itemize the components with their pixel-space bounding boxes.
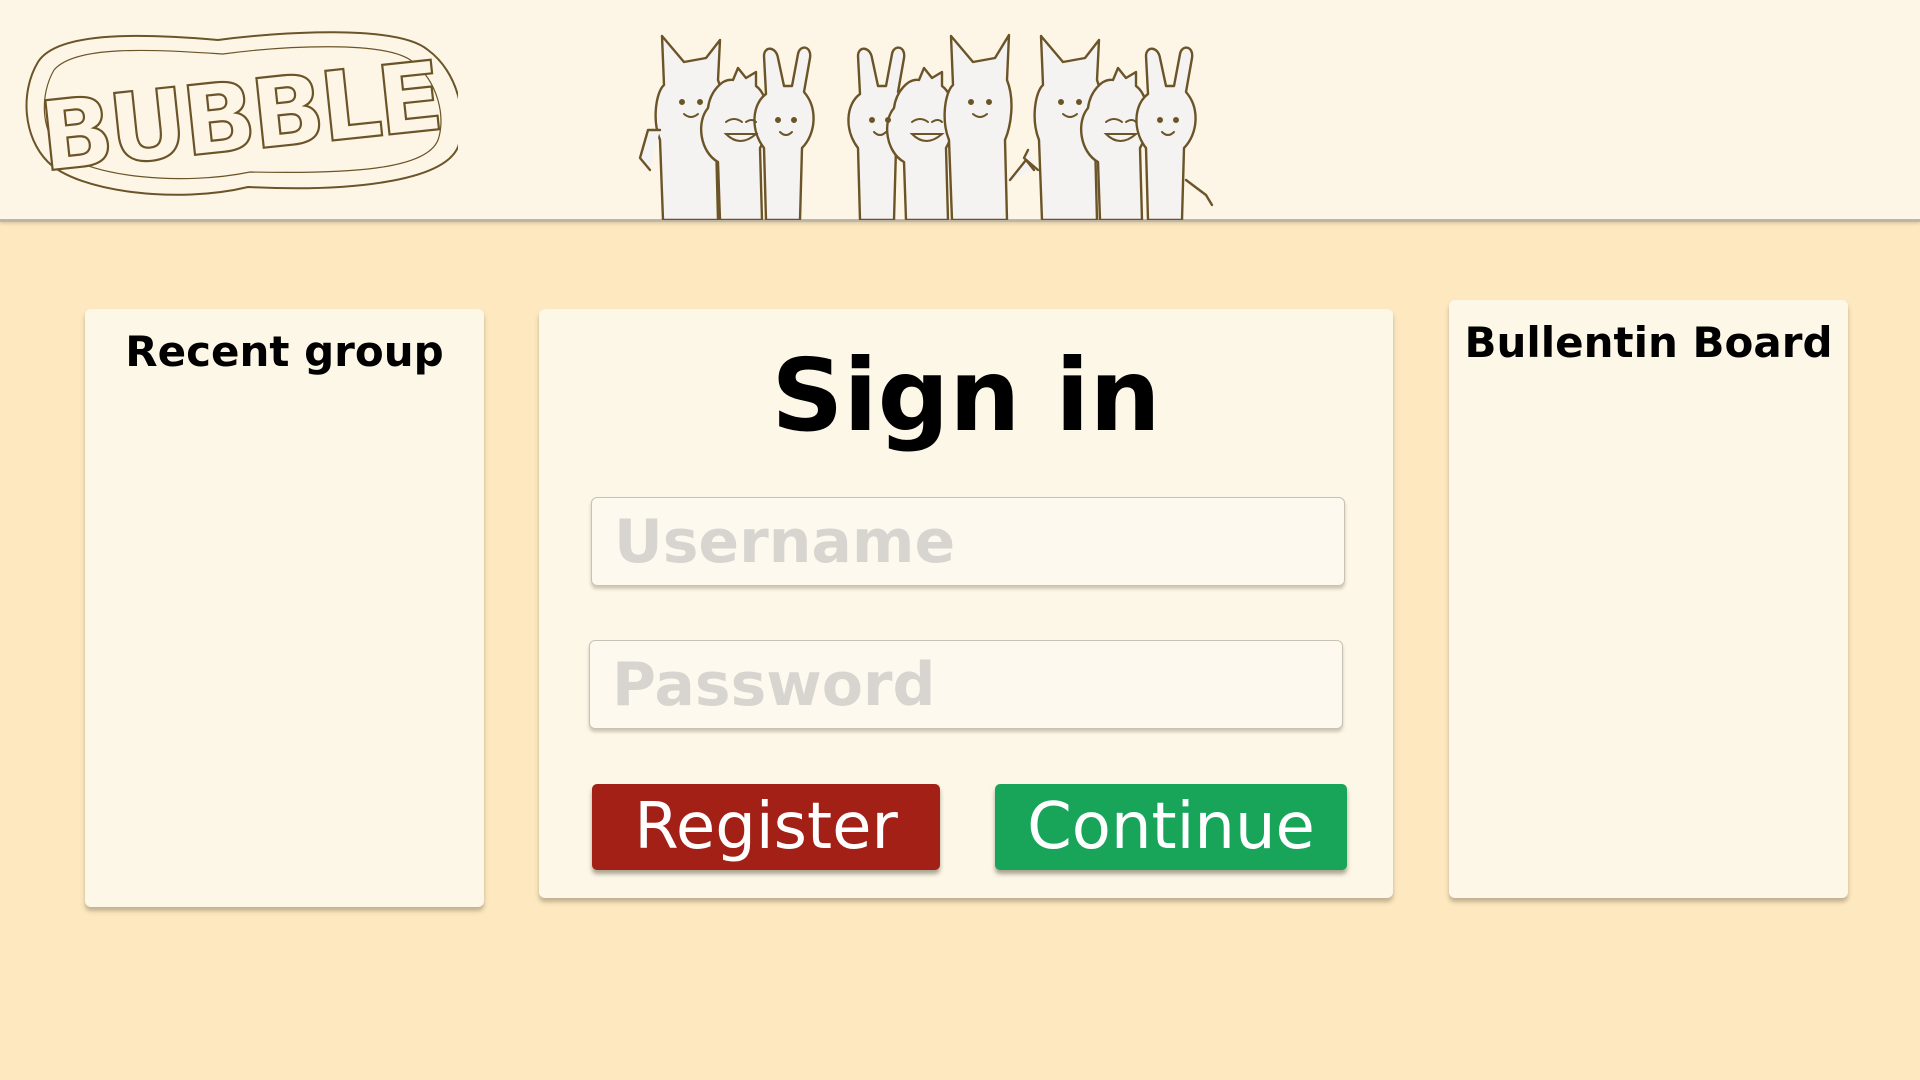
recent-group-title: Recent group bbox=[125, 327, 444, 376]
app-header: BUBBLE bbox=[0, 0, 1920, 222]
continue-button[interactable]: Continue bbox=[995, 784, 1347, 870]
bulletin-board-title: Bullentin Board bbox=[1464, 318, 1833, 367]
logo-text: BUBBLE bbox=[35, 40, 445, 193]
bulletin-board-panel: Bullentin Board bbox=[1449, 300, 1848, 898]
sign-in-panel: Sign in Register Continue bbox=[539, 309, 1393, 898]
friends-banner-illustration bbox=[638, 33, 1214, 220]
password-input[interactable] bbox=[589, 640, 1343, 729]
sign-in-title: Sign in bbox=[771, 337, 1161, 454]
username-input[interactable] bbox=[591, 497, 1345, 586]
bubble-logo[interactable]: BUBBLE bbox=[18, 22, 458, 207]
recent-group-panel: Recent group bbox=[85, 309, 484, 907]
register-button[interactable]: Register bbox=[592, 784, 940, 870]
